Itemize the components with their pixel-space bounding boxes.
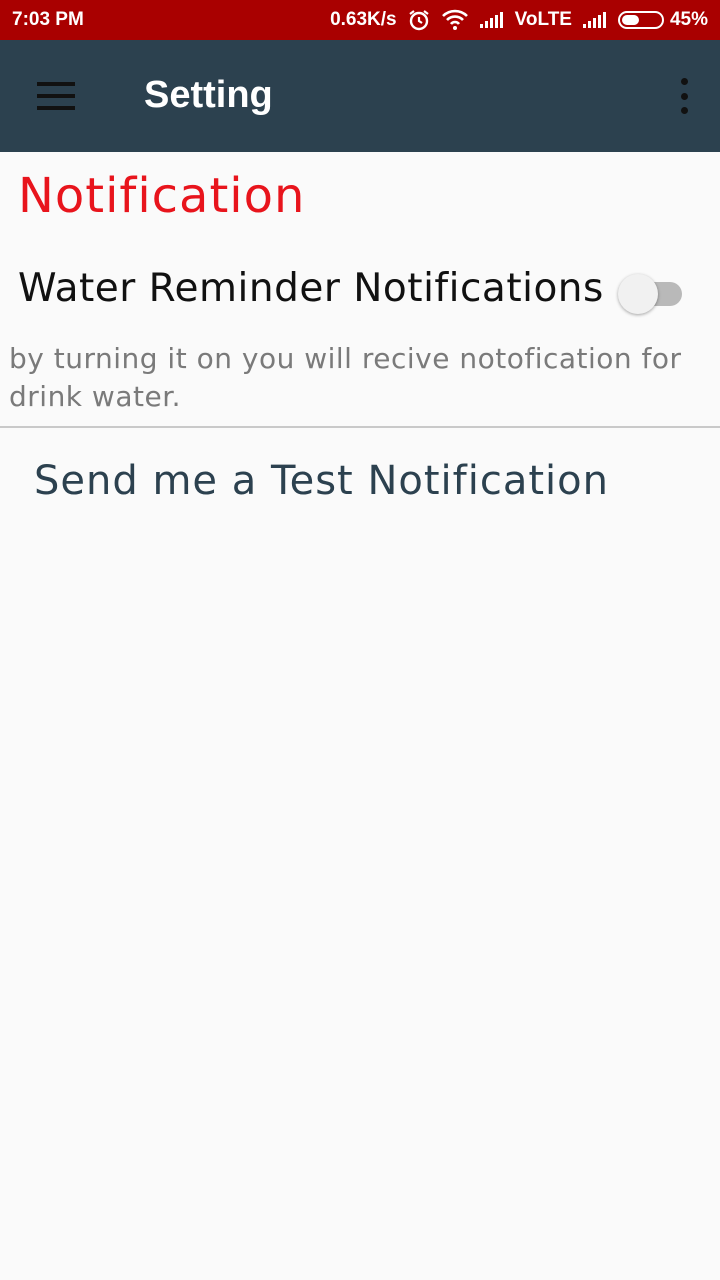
water-reminder-description: by turning it on you will recive notofic… (9, 342, 682, 413)
signal-icon (582, 11, 608, 29)
alarm-icon (407, 8, 431, 32)
battery-icon (617, 11, 664, 29)
page-title: Setting (144, 74, 273, 116)
app-bar: Setting (0, 40, 720, 152)
status-bar: 7:03 PM 0.63K/s VoLTE 45% (0, 0, 720, 40)
hamburger-menu-icon[interactable] (24, 68, 88, 124)
water-reminder-label: Water Reminder Notifications (18, 266, 604, 311)
section-title-notification: Notification (18, 168, 306, 224)
battery-fill (621, 15, 640, 25)
send-test-notification-button[interactable]: Send me a Test Notification (34, 458, 609, 504)
toggle-knob (618, 274, 658, 314)
wifi-icon (441, 9, 469, 31)
network-type: VoLTE (514, 9, 572, 30)
divider (0, 426, 720, 428)
battery-percent: 45% (669, 9, 708, 30)
status-icons: 0.63K/s VoLTE 45% (330, 8, 708, 32)
water-reminder-setting-row[interactable]: Water Reminder Notifications (0, 258, 720, 322)
water-reminder-toggle[interactable] (614, 272, 684, 314)
network-speed: 0.63K/s (330, 9, 397, 30)
status-time: 7:03 PM (12, 9, 84, 30)
signal-icon (479, 11, 505, 29)
more-vert-icon[interactable] (674, 78, 694, 114)
battery: 45% (617, 9, 708, 31)
